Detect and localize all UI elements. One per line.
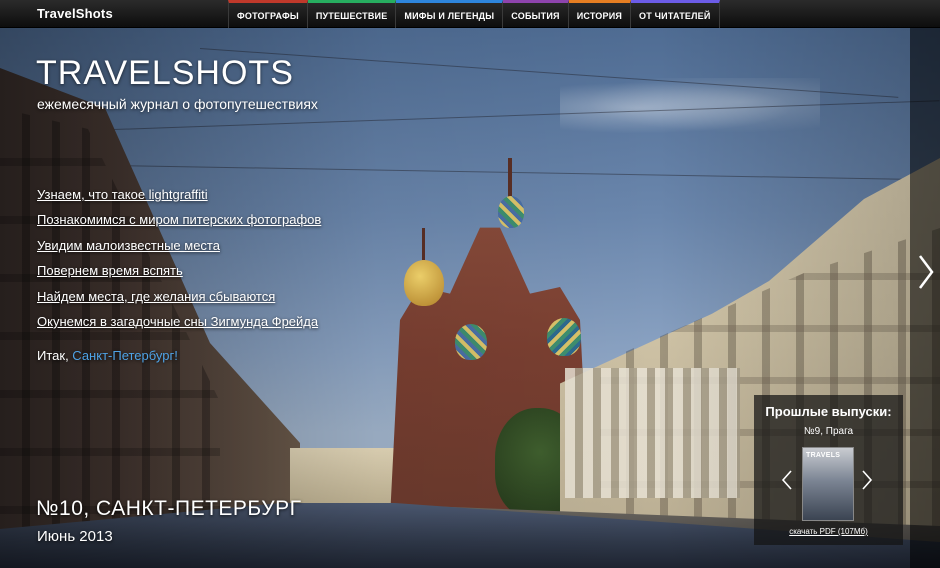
chevron-right-icon[interactable] (860, 469, 874, 491)
city-link[interactable]: Санкт-Петербург! (72, 348, 178, 363)
list-item: Найдем места, где желания сбываются (37, 288, 321, 313)
feature-links: Узнаем, что такое lightgraffiti Познаком… (37, 186, 321, 338)
nav-events[interactable]: События (503, 0, 569, 28)
slider-edge (910, 28, 940, 568)
list-item: Узнаем, что такое lightgraffiti (37, 186, 321, 211)
nav-history[interactable]: История (568, 0, 632, 28)
brand-logo[interactable]: TravelShots (37, 6, 113, 21)
feature-link-freud[interactable]: Окунемся в загадочные сны Зигмунда Фрейд… (37, 314, 318, 329)
list-item: Окунемся в загадочные сны Зигмунда Фрейд… (37, 313, 321, 338)
issue-title: №10, САНКТ-ПЕТЕРБУРГ (36, 497, 302, 520)
feature-link-places[interactable]: Увидим малоизвестные места (37, 238, 220, 253)
nav-travel[interactable]: Путешествие (307, 0, 397, 28)
itak-line: Итак, Санкт-Петербург! (37, 348, 178, 363)
past-issues-panel: Прошлые выпуски: №9, Прага TRAVELS скача… (754, 395, 903, 545)
chevron-right-icon[interactable] (916, 252, 936, 292)
cover-title: TRAVELS (806, 452, 841, 459)
top-bar: TravelShots Фотографы Путешествие Мифы и… (0, 0, 940, 28)
past-issues-title: Прошлые выпуски: (765, 404, 892, 419)
feature-link-photographers[interactable]: Познакомимся с миром питерских фотографо… (37, 212, 321, 227)
issue-date: Июнь 2013 (37, 528, 113, 545)
past-issue-name: №9, Прага (803, 426, 854, 437)
list-item: Увидим малоизвестные места (37, 237, 321, 262)
feature-link-wishes[interactable]: Найдем места, где желания сбываются (37, 289, 275, 304)
site-tagline: ежемесячный журнал о фотопутешествиях (37, 96, 318, 112)
nav-myths[interactable]: Мифы и легенды (396, 0, 504, 28)
site-title: TRAVELSHOTS (36, 54, 294, 92)
past-issue-cover[interactable]: TRAVELS (802, 447, 854, 521)
main-nav: Фотографы Путешествие Мифы и легенды Соб… (228, 0, 720, 28)
download-pdf-link[interactable]: скачать PDF (107Мб) (754, 527, 903, 536)
feature-link-time[interactable]: Повернем время вспять (37, 263, 183, 278)
nav-photographers[interactable]: Фотографы (228, 0, 308, 28)
list-item: Познакомимся с миром питерских фотографо… (37, 211, 321, 236)
list-item: Повернем время вспять (37, 262, 321, 287)
itak-prefix: Итак, (37, 348, 73, 363)
nav-readers[interactable]: От читателей (631, 0, 720, 28)
chevron-left-icon[interactable] (780, 469, 794, 491)
feature-link-lightgraffiti[interactable]: Узнаем, что такое lightgraffiti (37, 187, 208, 202)
